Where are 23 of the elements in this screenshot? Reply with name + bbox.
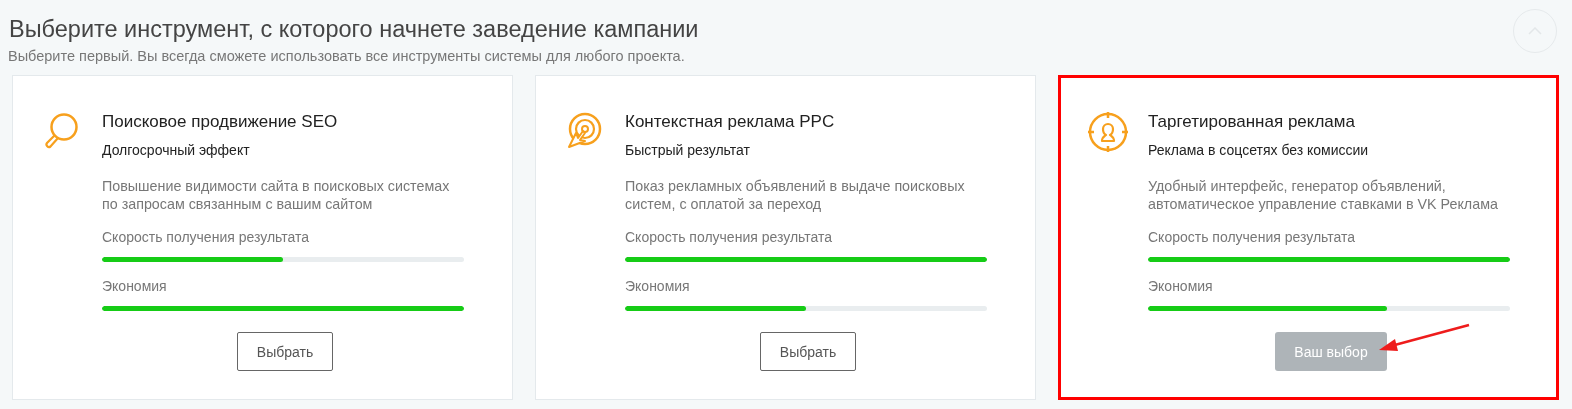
metric-label: Скорость получения результата xyxy=(1148,229,1357,245)
metric-label: Экономия xyxy=(102,278,168,294)
tool-card[interactable]: Поисковое продвижение SEO Долгосрочный эффект Повышение видимости сайта в поисковых системах по запросам связанным с вашим сайтом Скорость получения результата Экономия Выбрать xyxy=(12,75,513,400)
person-crosshair-icon xyxy=(1087,111,1129,153)
card-tagline: Долгосрочный эффект xyxy=(102,142,251,158)
metric-label: Экономия xyxy=(1148,278,1214,294)
card-title: Таргетированная реклама xyxy=(1148,111,1356,133)
card-description: Повышение видимости сайта в поисковых системах по запросам связанным с вашим сайтом xyxy=(102,177,451,213)
tool-card[interactable]: Таргетированная реклама Реклама в соцсетях без комиссии Удобный интерфейс, генератор объявлений, автоматическое управление ставками в VK Реклама Скорость получения результата Экономия Ваш выбор xyxy=(1058,75,1559,400)
card-title: Контекстная реклама PPC xyxy=(625,111,836,133)
card-title: Поисковое продвижение SEO xyxy=(102,111,339,133)
card-description: Удобный интерфейс, генератор объявлений, автоматическое управление ставками в VK Реклама xyxy=(1148,177,1499,213)
choose-button[interactable]: Выбрать xyxy=(759,332,857,371)
metric-label: Скорость получения результата xyxy=(625,229,834,245)
choose-button[interactable]: Выбрать xyxy=(236,332,334,371)
tool-card[interactable]: Контекстная реклама PPC Быстрый результат Показ рекламных объявлений в выдаче поисковых систем, с оплатой за переход Скорость получения результата Экономия Выбрать xyxy=(535,75,1036,400)
card-tagline: Быстрый результат xyxy=(625,142,751,158)
metric-label: Экономия xyxy=(625,278,691,294)
metric-label: Скорость получения результата xyxy=(102,229,311,245)
card-description: Показ рекламных объявлений в выдаче поисковых систем, с оплатой за переход xyxy=(625,177,966,213)
page-title: Выберите инструмент, с которого начнете заведение кампании xyxy=(9,15,699,44)
card-tagline: Реклама в соцсетях без комиссии xyxy=(1148,142,1370,158)
page-subtitle: Выберите первый. Вы всегда сможете использовать все инструменты системы для любого проекта. xyxy=(8,47,686,65)
